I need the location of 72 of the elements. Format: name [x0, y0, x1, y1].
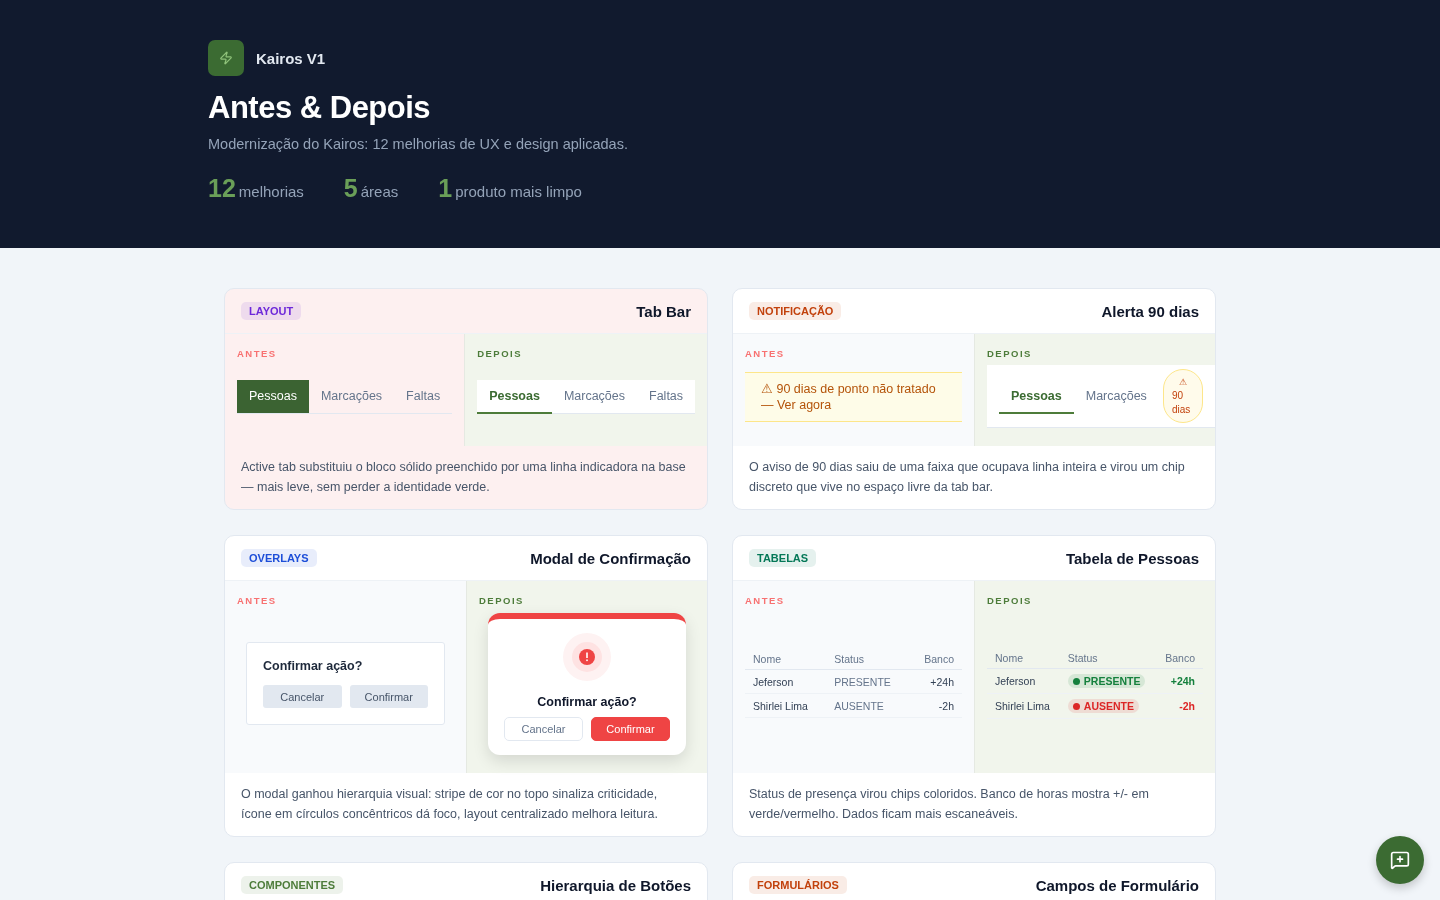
cancel-button[interactable]: Cancelar	[263, 685, 342, 708]
category-tag: NOTIFICAÇÃO	[749, 302, 842, 320]
category-tag: TABELAS	[749, 549, 817, 567]
table-cell: Shirlei Lima	[987, 693, 1060, 719]
stat-label: produto mais limpo	[455, 183, 582, 200]
dialog-title: Confirmar ação?	[537, 694, 637, 709]
tab[interactable]: Pessoas	[999, 379, 1074, 414]
status-text: AUSENTE	[834, 699, 884, 712]
status-chip: PRESENTE	[1067, 674, 1146, 688]
confirm-button[interactable]: Confirmar	[591, 716, 670, 741]
tab[interactable]: Marcações	[1073, 379, 1159, 414]
warning-icon: ⚠	[1179, 375, 1187, 389]
bank-hours: -2h	[938, 699, 954, 712]
stat-value: 1	[438, 174, 453, 203]
column-header: Nome	[987, 648, 1060, 669]
dialog-title: Confirmar ação?	[263, 659, 364, 673]
panel-label: DEPOIS	[987, 348, 1032, 359]
alert-banner: ⚠ 90 dias de ponto não tratado — Ver agora	[745, 371, 962, 422]
bank-hours: -2h	[1179, 700, 1195, 712]
panel-label: ANTES	[237, 348, 277, 359]
tab[interactable]: Pessoas	[477, 379, 552, 414]
cancel-button[interactable]: Cancelar	[504, 716, 583, 741]
panel-label: DEPOIS	[479, 595, 524, 606]
status-chip: AUSENTE	[1067, 699, 1139, 713]
card-title: Modal de Confirmação	[530, 549, 691, 567]
tab[interactable]: Marcações	[308, 379, 395, 413]
column-header: Status	[826, 649, 910, 670]
card-description: Status de presença virou chips coloridos. Banco de horas mostra +/- em verde/vermelho. Dados ficam mais escaneáveis.	[748, 786, 1150, 823]
chip-text: 90 dias	[1172, 389, 1192, 417]
card-description: O modal ganhou hierarquia visual: stripe de cor no topo sinaliza criticidade, ícone em círculos concêntricos dá foco, layout centralizado melhora leitura.	[240, 786, 659, 823]
column-header: Nome	[745, 649, 827, 670]
tab[interactable]: Pessoas	[237, 379, 309, 413]
tab[interactable]: Faltas	[637, 379, 696, 414]
table-cell: Jeferson	[987, 668, 1060, 694]
page-subtitle: Modernização do Kairos: 12 melhorias de UX e design aplicadas.	[208, 136, 629, 152]
category-tag: FORMULÁRIOS	[749, 876, 847, 894]
column-header: Banco	[1155, 648, 1203, 669]
stat-value: 5	[343, 174, 358, 203]
category-tag: COMPONENTES	[241, 876, 344, 894]
card-description: Active tab substituiu o bloco sólido preenchido por uma linha indicadora na base — mais leve, sem perder a identidade verde.	[240, 459, 687, 496]
brand-name: Kairos V1	[256, 49, 326, 67]
feedback-button[interactable]	[1376, 836, 1424, 884]
table-cell: Jeferson	[745, 669, 827, 694]
stat-value: 12	[208, 174, 236, 203]
stat-label: melhorias	[238, 183, 304, 200]
status-text: PRESENTE	[834, 675, 891, 688]
category-tag: OVERLAYS	[241, 549, 317, 567]
card-title: Alerta 90 dias	[1101, 302, 1199, 320]
alert-icon	[563, 632, 611, 681]
column-header: Status	[1059, 648, 1156, 669]
panel-label: ANTES	[745, 595, 785, 606]
card-title: Tabela de Pessoas	[1065, 549, 1199, 567]
panel-label: ANTES	[237, 595, 277, 606]
tab[interactable]: Faltas	[394, 379, 453, 413]
card-title: Tab Bar	[636, 302, 691, 320]
category-tag: LAYOUT	[241, 302, 302, 320]
panel-label: ANTES	[745, 348, 785, 359]
panel-label: DEPOIS	[477, 348, 523, 359]
table-cell: Shirlei Lima	[745, 693, 827, 718]
column-header: Banco	[909, 649, 962, 670]
bank-hours: +24h	[1170, 675, 1195, 687]
confirm-button[interactable]: Confirmar	[349, 685, 428, 708]
bank-hours: +24h	[930, 675, 954, 688]
message-plus-icon	[1390, 850, 1410, 870]
page-title: Antes & Depois	[208, 90, 432, 126]
card-title: Hierarquia de Botões	[540, 876, 691, 894]
card-title: Campos de Formulário	[1035, 876, 1199, 894]
lightning-icon	[208, 40, 244, 76]
card-description: O aviso de 90 dias saiu de uma faixa que ocupava linha inteira e virou um chip discreto que vive no espaço livre da tab bar.	[748, 459, 1186, 496]
stat-label: áreas	[360, 183, 399, 200]
tab[interactable]: Marcações	[551, 379, 637, 414]
panel-label: DEPOIS	[987, 595, 1032, 606]
